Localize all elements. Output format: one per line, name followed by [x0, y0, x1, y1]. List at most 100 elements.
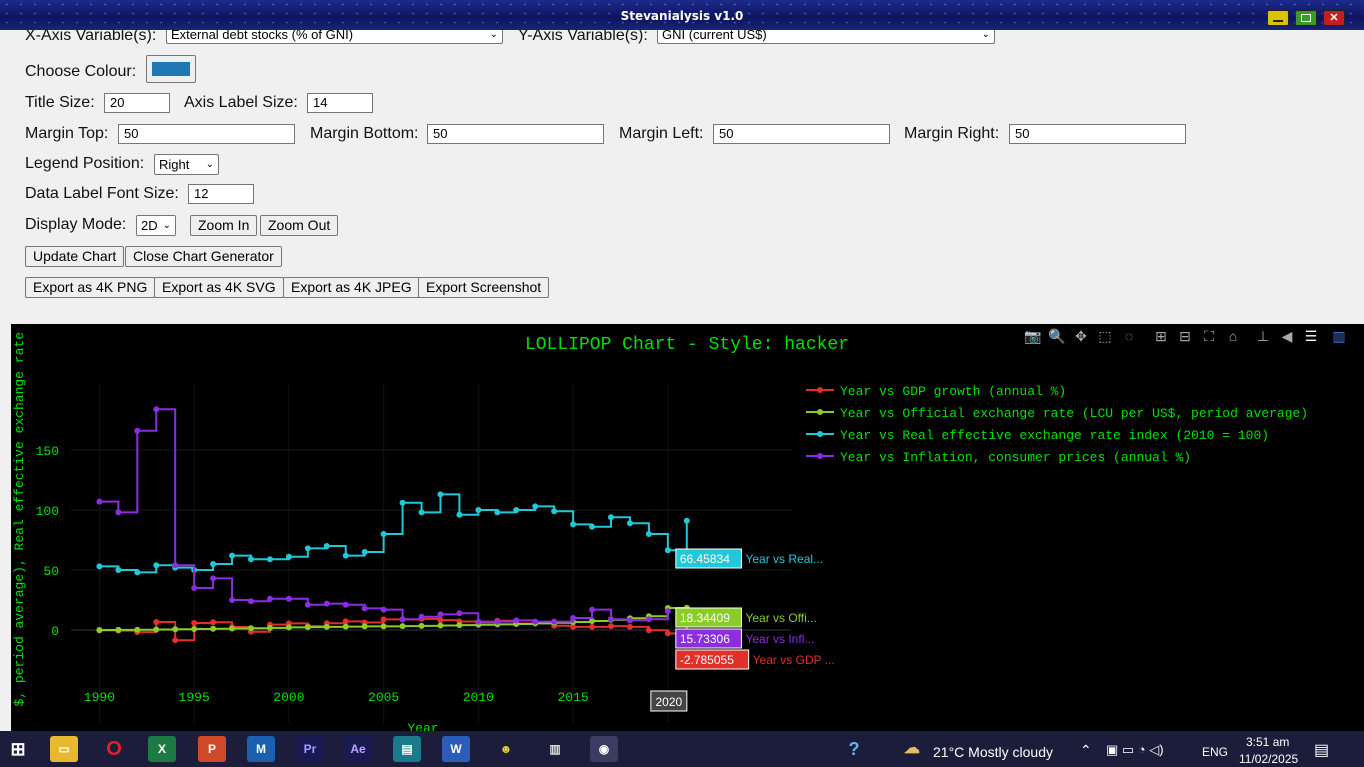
- plotly-logo-icon[interactable]: ▥: [1330, 327, 1348, 345]
- language-indicator[interactable]: ENG: [1202, 745, 1228, 759]
- chevron-up-icon[interactable]: ⌃: [1080, 742, 1092, 759]
- x-tick-label: 2010: [463, 690, 494, 705]
- axis-label-size-input[interactable]: 14: [307, 93, 373, 113]
- zoom-icon[interactable]: 🔍: [1048, 327, 1066, 345]
- margin-bottom-input[interactable]: 50: [427, 124, 604, 144]
- game-icon[interactable]: ☻: [492, 736, 520, 762]
- notifications-icon[interactable]: ▤: [1314, 740, 1329, 760]
- export-png-button[interactable]: Export as 4K PNG: [25, 277, 156, 298]
- zoom-in-icon[interactable]: ⊞: [1152, 327, 1170, 345]
- series-point: [608, 514, 614, 521]
- zoom-out-button[interactable]: Zoom Out: [260, 215, 339, 236]
- help-icon[interactable]: ?: [840, 736, 868, 762]
- home-icon[interactable]: ⌂: [1224, 327, 1242, 345]
- series-point: [456, 622, 463, 629]
- hover-compare-icon[interactable]: ☰: [1302, 327, 1320, 345]
- app-m-icon[interactable]: M: [247, 736, 275, 762]
- window-titlebar[interactable]: Stevanialysis v1.0 ✕: [0, 0, 1364, 30]
- clock-time[interactable]: 3:51 am: [1246, 735, 1289, 749]
- series-point: [210, 619, 217, 626]
- autoscale-icon[interactable]: ⛶: [1200, 327, 1218, 345]
- box-select-icon[interactable]: ⬚: [1096, 327, 1114, 345]
- series-point: [608, 616, 614, 623]
- series-point: [645, 627, 652, 634]
- margin-bottom-label: Margin Bottom:: [310, 125, 419, 142]
- python-icon[interactable]: ◉: [590, 736, 618, 762]
- series-point: [153, 626, 160, 633]
- legend-position-select[interactable]: Right ⌄: [154, 154, 219, 175]
- export-svg-button[interactable]: Export as 4K SVG: [154, 277, 284, 298]
- maximize-button[interactable]: [1295, 10, 1317, 26]
- chart-container[interactable]: 0 50 100 150 1990 1995 2000 2005 2010 2015 2020 LOL…: [11, 324, 1364, 731]
- lollipop-chart[interactable]: 0 50 100 150 1990 1995 2000 2005 2010 2015 2020 LOL…: [11, 324, 1364, 731]
- update-chart-button[interactable]: Update Chart: [25, 246, 125, 267]
- after-effects-icon[interactable]: Ae: [344, 736, 372, 762]
- series-point: [589, 523, 596, 530]
- series-point: [323, 623, 330, 630]
- word-icon[interactable]: W: [442, 736, 470, 762]
- y-tick-label: 50: [43, 564, 59, 579]
- series-point: [361, 623, 368, 630]
- export-screenshot-button[interactable]: Export Screenshot: [418, 277, 550, 298]
- weather-icon[interactable]: ☁: [898, 736, 926, 762]
- y-axis-select[interactable]: GNI (current US$) ⌄: [657, 30, 995, 44]
- windows-start-icon[interactable]: ⊞: [4, 736, 32, 762]
- y-axis-label: Y-Axis Variable(s):: [518, 30, 648, 44]
- x-axis-select[interactable]: External debt stocks (% of GNI) ⌄: [166, 30, 503, 44]
- title-size-label: Title Size:: [25, 94, 95, 111]
- series-point: [342, 618, 349, 625]
- series-point: [645, 616, 652, 623]
- powerpoint-icon[interactable]: P: [198, 736, 226, 762]
- camera-icon[interactable]: 📷: [1024, 327, 1042, 345]
- terminal-icon[interactable]: ▤: [393, 736, 421, 762]
- series-point: [134, 427, 141, 434]
- spike-icon[interactable]: ⊥: [1254, 327, 1272, 345]
- opera-icon[interactable]: O: [100, 736, 128, 762]
- series-point: [475, 507, 482, 513]
- series-point: [513, 507, 520, 513]
- hover-series-name: Year vs Offi...: [745, 611, 816, 625]
- lasso-icon[interactable]: ◌: [1120, 327, 1138, 345]
- title-size-input[interactable]: 20: [104, 93, 170, 113]
- series-point: [399, 623, 406, 630]
- series-point: [210, 625, 217, 632]
- file-explorer-icon[interactable]: ▭: [50, 736, 78, 762]
- x-tick-label: 2015: [557, 690, 588, 705]
- series-point: [475, 618, 482, 625]
- series-point: [248, 556, 254, 563]
- margin-left-input[interactable]: 50: [713, 124, 890, 144]
- tray-icons[interactable]: ▣ ▭ ◔ ◁): [1106, 742, 1164, 758]
- series-point: [266, 556, 273, 563]
- stats-icon[interactable]: ▥: [541, 736, 569, 762]
- y-tick-label: 150: [36, 444, 59, 459]
- hover-closest-icon[interactable]: ◀: [1278, 327, 1296, 345]
- x-axis-title: Year: [407, 721, 438, 731]
- hover-x-label: 2020: [655, 695, 682, 709]
- export-jpeg-button[interactable]: Export as 4K JPEG: [283, 277, 420, 298]
- colour-picker[interactable]: [146, 55, 196, 83]
- data-label-font-input[interactable]: 12: [188, 184, 254, 204]
- clock-date[interactable]: 11/02/2025: [1239, 752, 1298, 766]
- margin-left-label: Margin Left:: [619, 125, 704, 142]
- series-point: [589, 606, 596, 613]
- weather-text[interactable]: 21°C Mostly cloudy: [933, 744, 1053, 760]
- close-chart-generator-button[interactable]: Close Chart Generator: [125, 246, 282, 267]
- series-point: [418, 509, 425, 516]
- close-button[interactable]: ✕: [1323, 10, 1345, 26]
- minimize-button[interactable]: [1267, 10, 1289, 26]
- margin-right-input[interactable]: 50: [1009, 124, 1186, 144]
- series-point: [172, 562, 179, 569]
- premiere-icon[interactable]: Pr: [296, 736, 324, 762]
- zoom-in-button[interactable]: Zoom In: [190, 215, 258, 236]
- margin-top-input[interactable]: 50: [118, 124, 295, 144]
- legend-entry: Year vs GDP growth (annual %): [840, 384, 1066, 399]
- series-point: [437, 491, 444, 498]
- series-point: [418, 622, 425, 629]
- series-point: [266, 624, 273, 631]
- x-tick-label: 2000: [273, 690, 304, 705]
- excel-icon[interactable]: X: [148, 736, 176, 762]
- legend-marker: [817, 387, 823, 393]
- pan-icon[interactable]: ✥: [1072, 327, 1090, 345]
- display-mode-select[interactable]: 2D ⌄: [136, 215, 176, 236]
- zoom-out-icon[interactable]: ⊟: [1176, 327, 1194, 345]
